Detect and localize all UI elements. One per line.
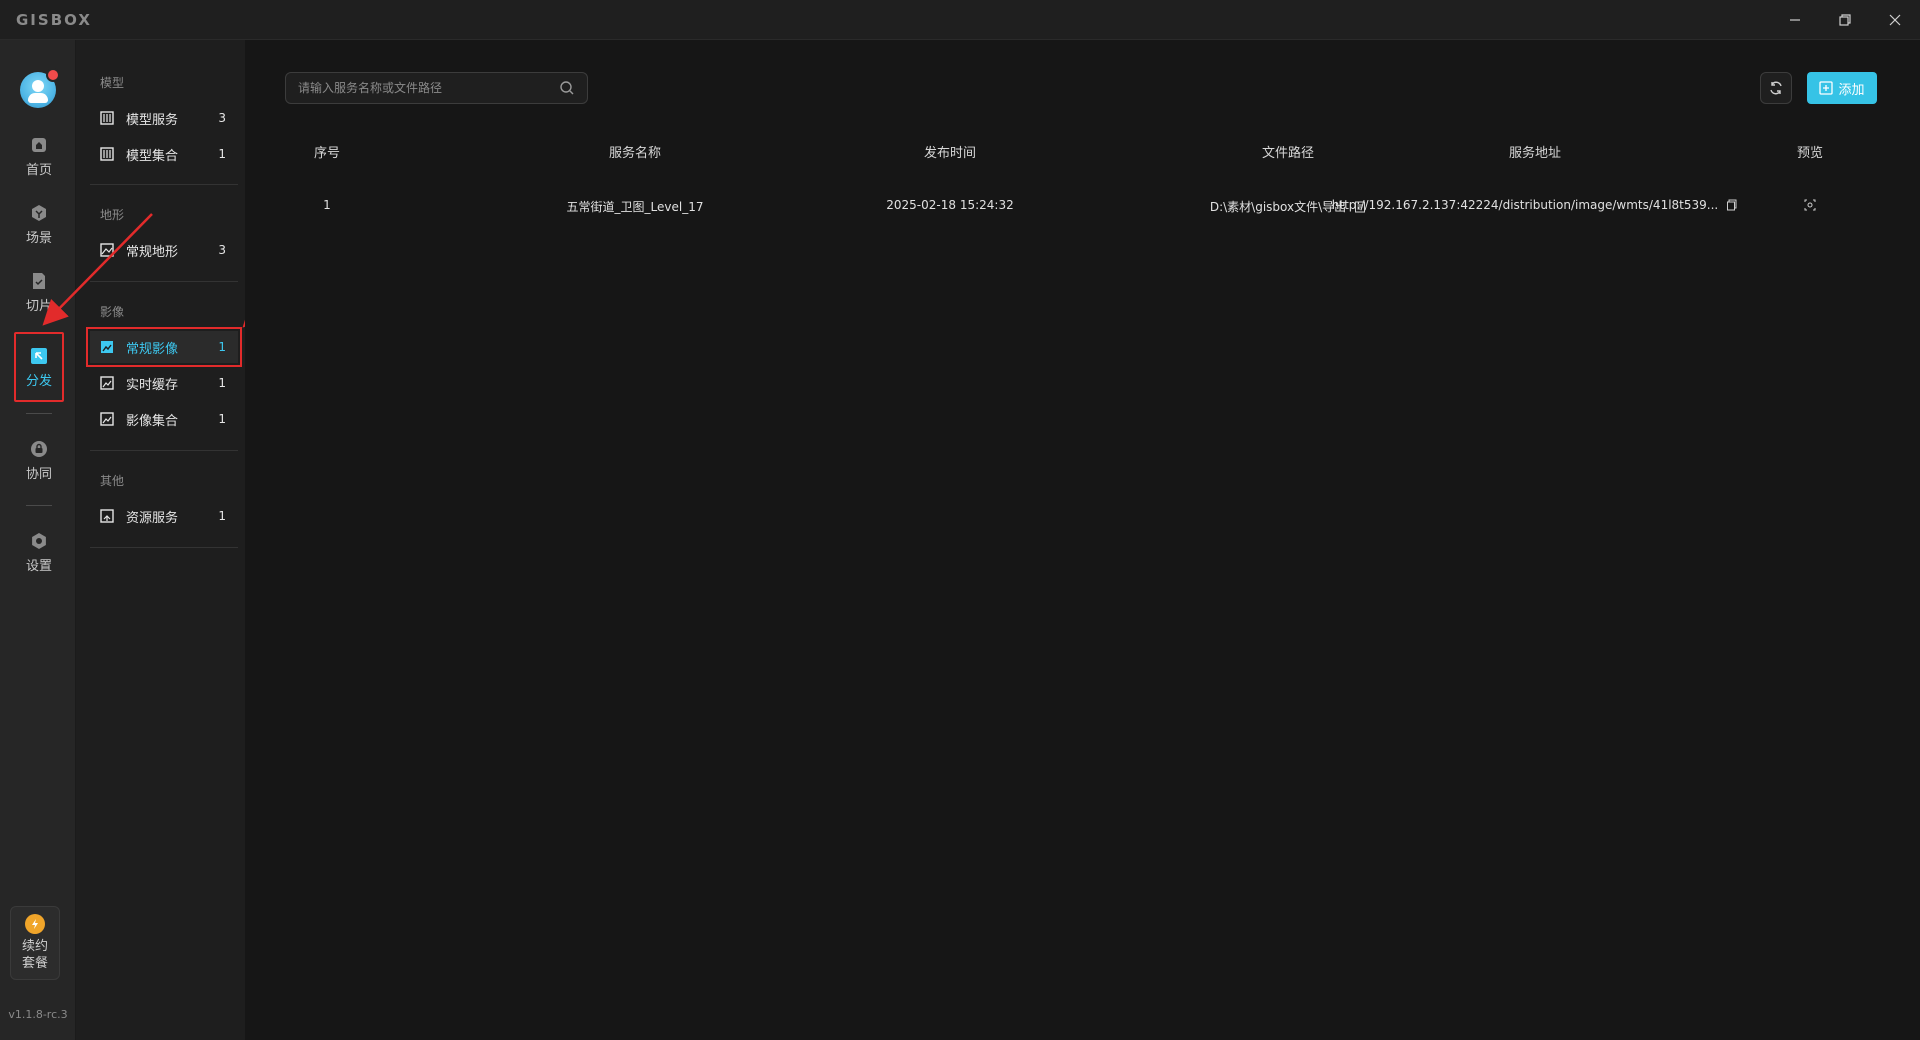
column-header-time: 发布时间: [923, 146, 976, 161]
column-header-url: 服务地址: [1508, 146, 1561, 161]
nav-rail: 首页 场景 切片 分发 协同 设置 续约 套餐 v1.1.8-rc.3: [0, 40, 76, 1040]
main-content: 添加 序号 服务名称 发布时间 文件路径 服务地址 预览 1 五常街道_卫图_L…: [245, 40, 1920, 1040]
sidebar-divider: [90, 547, 238, 548]
lock-icon: [29, 439, 49, 459]
sidebar-item-label: 影像集合: [126, 413, 179, 429]
avatar-body: [28, 93, 48, 103]
rail-item-label: 首页: [25, 162, 52, 178]
close-button[interactable]: [1872, 6, 1918, 34]
section-label-model: 模型: [100, 76, 125, 90]
renew-label-line1: 续约: [21, 939, 48, 954]
avatar[interactable]: [20, 68, 60, 108]
avatar-head: [32, 80, 44, 92]
realtime-cache-icon: [100, 376, 114, 390]
sidebar-item-model-service[interactable]: 模型服务 3: [90, 102, 238, 134]
sidebar-item-label: 实时缓存: [126, 377, 179, 393]
rail-item-collaborate[interactable]: 协同: [14, 432, 64, 488]
cell-url: http://192.167.2.137:42224/distribution/…: [1331, 198, 1719, 212]
model-collection-icon: [100, 147, 114, 161]
rail-item-home[interactable]: 首页: [14, 128, 64, 184]
refresh-icon: [1770, 81, 1782, 95]
title-bar: GISBOX: [0, 0, 1920, 40]
scene-icon: [29, 203, 49, 223]
cell-name: 五常街道_卫图_Level_17: [566, 200, 704, 214]
add-button-label: 添加: [1838, 82, 1865, 98]
sidebar-item-count: 1: [218, 376, 226, 390]
sidebar-item-imagery[interactable]: 常规影像 1: [86, 327, 242, 367]
rail-item-label: 场景: [25, 230, 52, 246]
section-label-other: 其他: [100, 474, 125, 488]
column-header-name: 服务名称: [608, 146, 661, 161]
add-icon: [1819, 81, 1834, 95]
sidebar-item-label: 常规地形: [126, 244, 179, 260]
terrain-icon: [100, 243, 114, 257]
cell-time: 2025-02-18 15:24:32: [886, 198, 1014, 212]
sidebar-divider: [90, 281, 238, 282]
rail-item-label: 设置: [25, 558, 52, 574]
cell-preview: [1770, 198, 1850, 212]
sidebar-item-realtime-cache[interactable]: 实时缓存 1: [90, 367, 238, 399]
rail-item-settings[interactable]: 设置: [14, 524, 64, 580]
version-label: v1.1.8-rc.3: [8, 1008, 68, 1021]
sidebar-item-count: 1: [218, 509, 226, 523]
cell-url-wrap: http://192.167.2.137:42224/distribution/…: [1325, 198, 1745, 212]
rail-item-label: 切片: [25, 298, 52, 314]
model-service-icon: [100, 111, 114, 125]
rail-item-tile[interactable]: 切片: [14, 264, 64, 320]
close-icon: [1889, 14, 1901, 26]
sidebar-item-count: 1: [218, 340, 226, 354]
restore-button[interactable]: [1822, 6, 1868, 34]
sidebar-item-label: 资源服务: [126, 510, 179, 526]
section-label-imagery: 影像: [100, 305, 125, 319]
sidebar-item-count: 3: [218, 243, 226, 257]
sidebar-item-imagery-collection[interactable]: 影像集合 1: [90, 403, 238, 435]
sidebar-item-count: 1: [218, 147, 226, 161]
tile-icon: [29, 271, 49, 291]
rail-divider: [26, 413, 52, 414]
renew-label-line2: 套餐: [21, 956, 48, 971]
app-logo: GISBOX: [16, 11, 92, 29]
cell-index: 1: [323, 198, 331, 212]
distribute-icon: [29, 346, 49, 366]
refresh-button[interactable]: [1760, 72, 1792, 104]
resource-service-icon: [100, 509, 114, 523]
sidebar-item-label: 模型服务: [126, 112, 179, 128]
sidebar-item-model-collection[interactable]: 模型集合 1: [90, 138, 238, 170]
restore-icon: [1839, 14, 1851, 26]
rail-item-distribute[interactable]: 分发: [14, 332, 64, 402]
rail-item-label: 协同: [25, 466, 52, 482]
home-icon: [29, 135, 49, 155]
sidebar-item-resource-service[interactable]: 资源服务 1: [90, 500, 238, 532]
sidebar-item-count: 1: [218, 412, 226, 426]
sidebar-item-terrain[interactable]: 常规地形 3: [90, 234, 238, 266]
preview-icon[interactable]: [1804, 199, 1816, 211]
add-button[interactable]: 添加: [1807, 72, 1877, 104]
renew-plan-button[interactable]: 续约 套餐: [10, 906, 60, 980]
bolt-icon: [25, 914, 45, 934]
rail-item-label: 分发: [25, 373, 52, 389]
column-header-index: 序号: [313, 146, 340, 161]
imagery-collection-icon: [100, 412, 114, 426]
sidebar-divider: [90, 184, 238, 185]
minimize-button[interactable]: [1772, 6, 1818, 34]
search-icon[interactable]: [559, 80, 575, 96]
imagery-icon: [100, 340, 114, 354]
search-box[interactable]: [285, 72, 588, 104]
sidebar-divider: [90, 450, 238, 451]
search-input[interactable]: [298, 81, 559, 95]
sidebar-item-label: 模型集合: [126, 148, 179, 164]
gear-icon: [29, 531, 49, 551]
column-header-preview: 预览: [1796, 146, 1823, 161]
sidebar-item-label: 常规影像: [126, 341, 179, 357]
category-sidebar: 模型 模型服务 3 模型集合 1 地形 常规地形 3 影像 常规影像 1 实时缓…: [76, 40, 245, 1040]
rail-item-scene[interactable]: 场景: [14, 196, 64, 252]
copy-icon[interactable]: [1726, 199, 1738, 211]
notification-badge: [46, 68, 60, 82]
sidebar-item-count: 3: [218, 111, 226, 125]
section-label-terrain: 地形: [100, 208, 125, 222]
rail-divider: [26, 505, 52, 506]
minimize-icon: [1790, 19, 1800, 21]
